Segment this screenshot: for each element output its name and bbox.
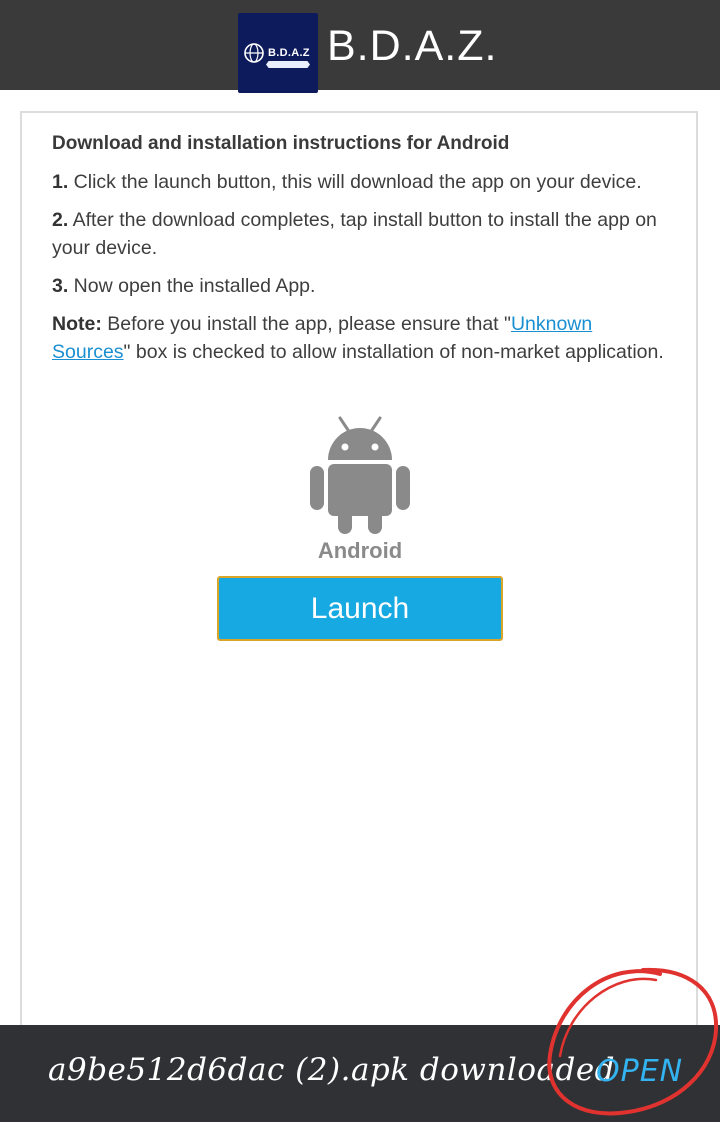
launch-button[interactable]: Launch [217, 576, 503, 641]
install-note: Note: Before you install the app, please… [52, 310, 672, 366]
step-1: 1. Click the launch button, this will do… [52, 168, 672, 196]
step-text: Click the launch button, this will downl… [68, 171, 642, 193]
step-text: Now open the installed App. [68, 275, 316, 297]
step-number: 2. [52, 209, 69, 231]
android-robot-icon [310, 416, 410, 534]
app-header: B.D.A.Z B.D.A.Z. [0, 0, 720, 93]
step-3: 3. Now open the installed App. [52, 272, 672, 300]
android-label: Android [317, 538, 403, 563]
step-2: 2. After the download completes, tap ins… [52, 206, 672, 262]
step-number: 1. [52, 171, 69, 193]
globe-icon [244, 43, 264, 63]
brand-title: B.D.A.Z. [327, 22, 498, 70]
download-message: a9be512d6dac (2).apk downloaded [48, 1052, 616, 1088]
note-text-before: Before you install the app, please ensur… [101, 313, 511, 335]
bdaz-logo-icon: B.D.A.Z [238, 13, 318, 93]
logo-text: B.D.A.Z [268, 47, 310, 59]
note-label: Note: [52, 313, 102, 335]
instructions-content: Download and installation instructions f… [52, 130, 672, 366]
android-platform-badge: Android [300, 414, 420, 564]
logo-ribbon [266, 61, 310, 68]
step-number: 3. [52, 275, 69, 297]
open-button[interactable]: OPEN [596, 1054, 683, 1089]
instructions-title: Download and installation instructions f… [52, 133, 510, 154]
note-text-after: " box is checked to allow installation o… [123, 341, 664, 363]
step-text: After the download completes, tap instal… [52, 209, 657, 259]
